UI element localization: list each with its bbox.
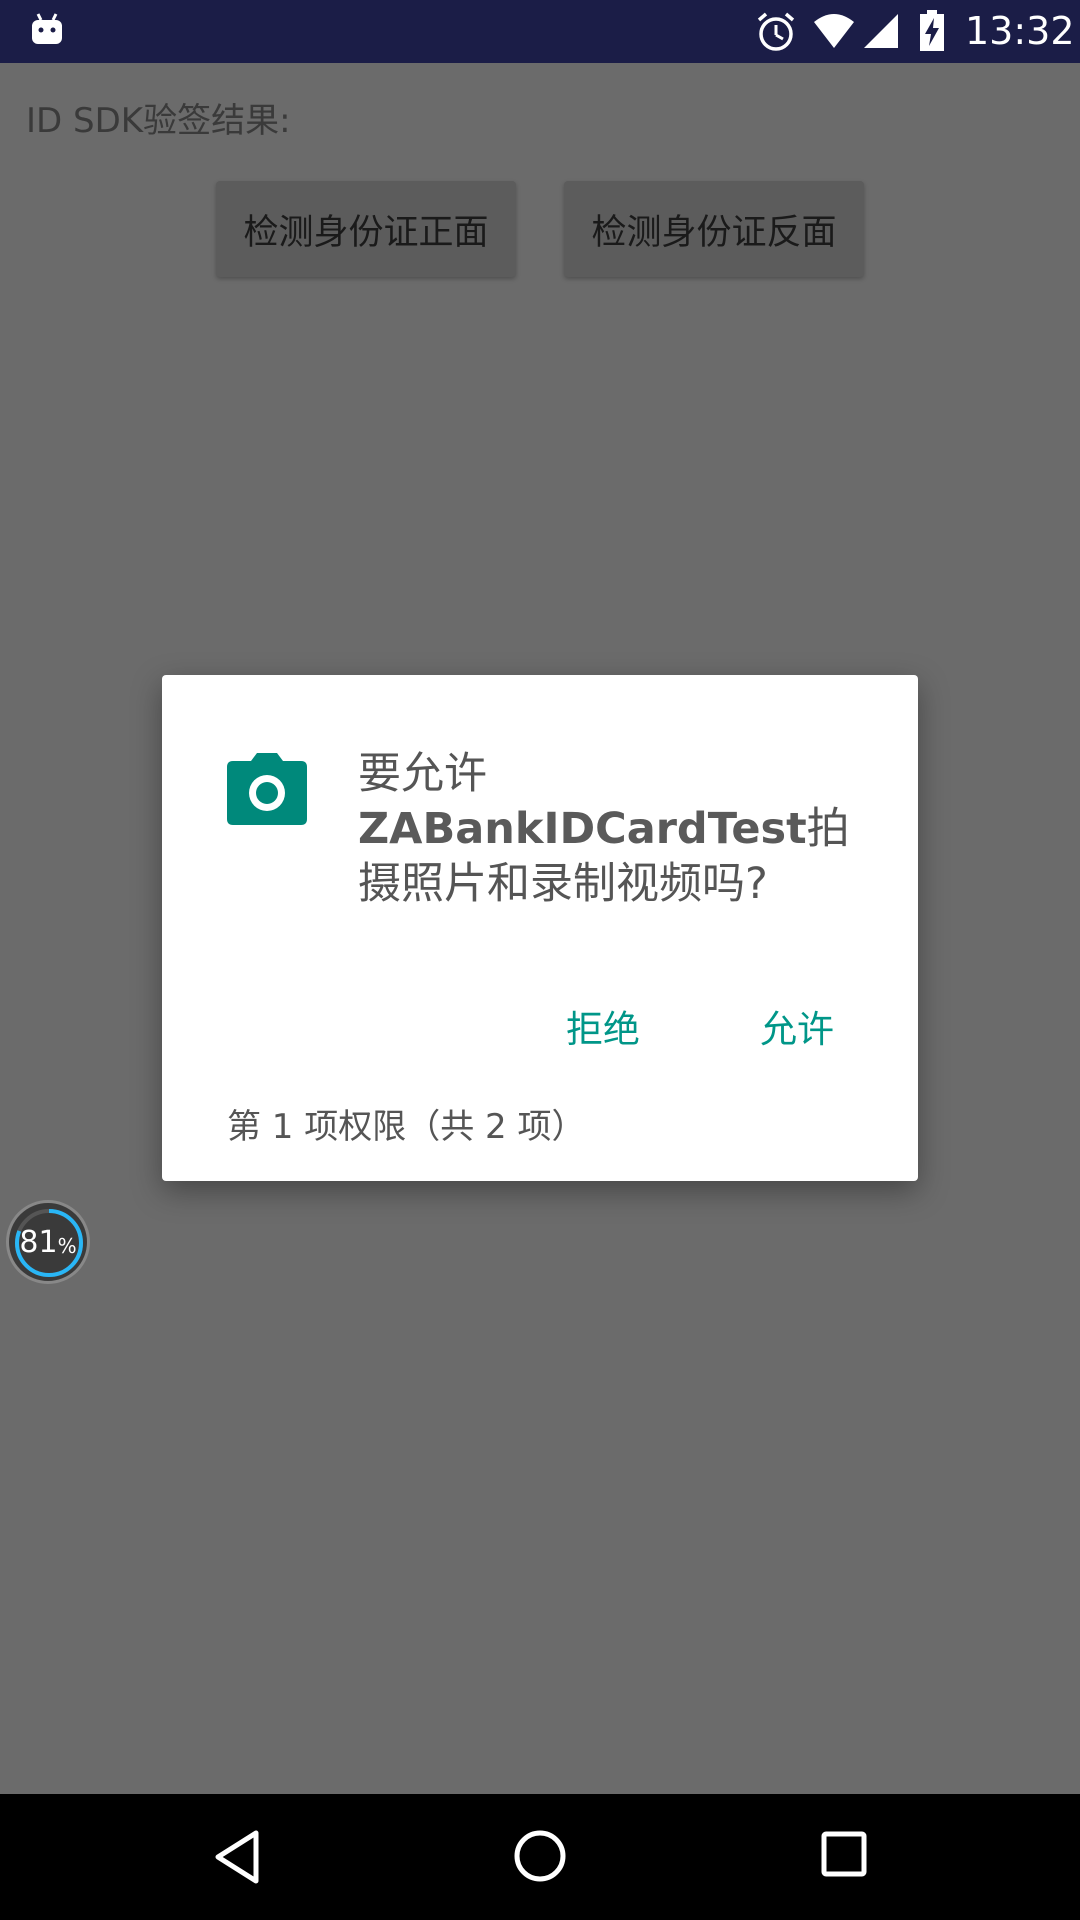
deny-button[interactable]: 拒绝 [560, 995, 646, 1057]
detect-front-button[interactable]: 检测身份证正面 [216, 181, 516, 277]
home-icon[interactable] [513, 1829, 567, 1883]
alarm-icon [757, 12, 795, 51]
recents-icon[interactable] [820, 1830, 868, 1878]
progress-value: 81% [9, 1203, 87, 1281]
navigation-bar [0, 1794, 1080, 1920]
back-icon[interactable] [212, 1829, 262, 1885]
camera-icon [227, 753, 307, 825]
app-name: ZABankIDCardTest [358, 804, 807, 854]
dialog-message: 要允许 ZABankIDCardTest拍摄照片和录制视频吗? [358, 747, 878, 912]
detect-back-button[interactable]: 检测身份证反面 [564, 181, 864, 277]
status-bar: 13:32 [0, 0, 1080, 63]
progress-number: 81 [19, 1224, 58, 1260]
battery-charging-icon [920, 10, 944, 51]
status-time: 13:32 [965, 9, 1075, 53]
signal-icon [864, 14, 898, 48]
progress-unit: % [57, 1234, 77, 1258]
sdk-result-label: ID SDK验签结果: [26, 101, 291, 141]
wifi-icon [814, 14, 854, 48]
progress-widget[interactable]: 81% [6, 1200, 90, 1284]
permission-counter: 第 1 项权限（共 2 项） [227, 1107, 586, 1147]
message-prefix: 要允许 [358, 749, 487, 799]
android-icon [32, 13, 62, 44]
allow-button[interactable]: 允许 [754, 995, 840, 1057]
permission-dialog: 要允许 ZABankIDCardTest拍摄照片和录制视频吗? 拒绝 允许 第 1… [162, 675, 918, 1181]
